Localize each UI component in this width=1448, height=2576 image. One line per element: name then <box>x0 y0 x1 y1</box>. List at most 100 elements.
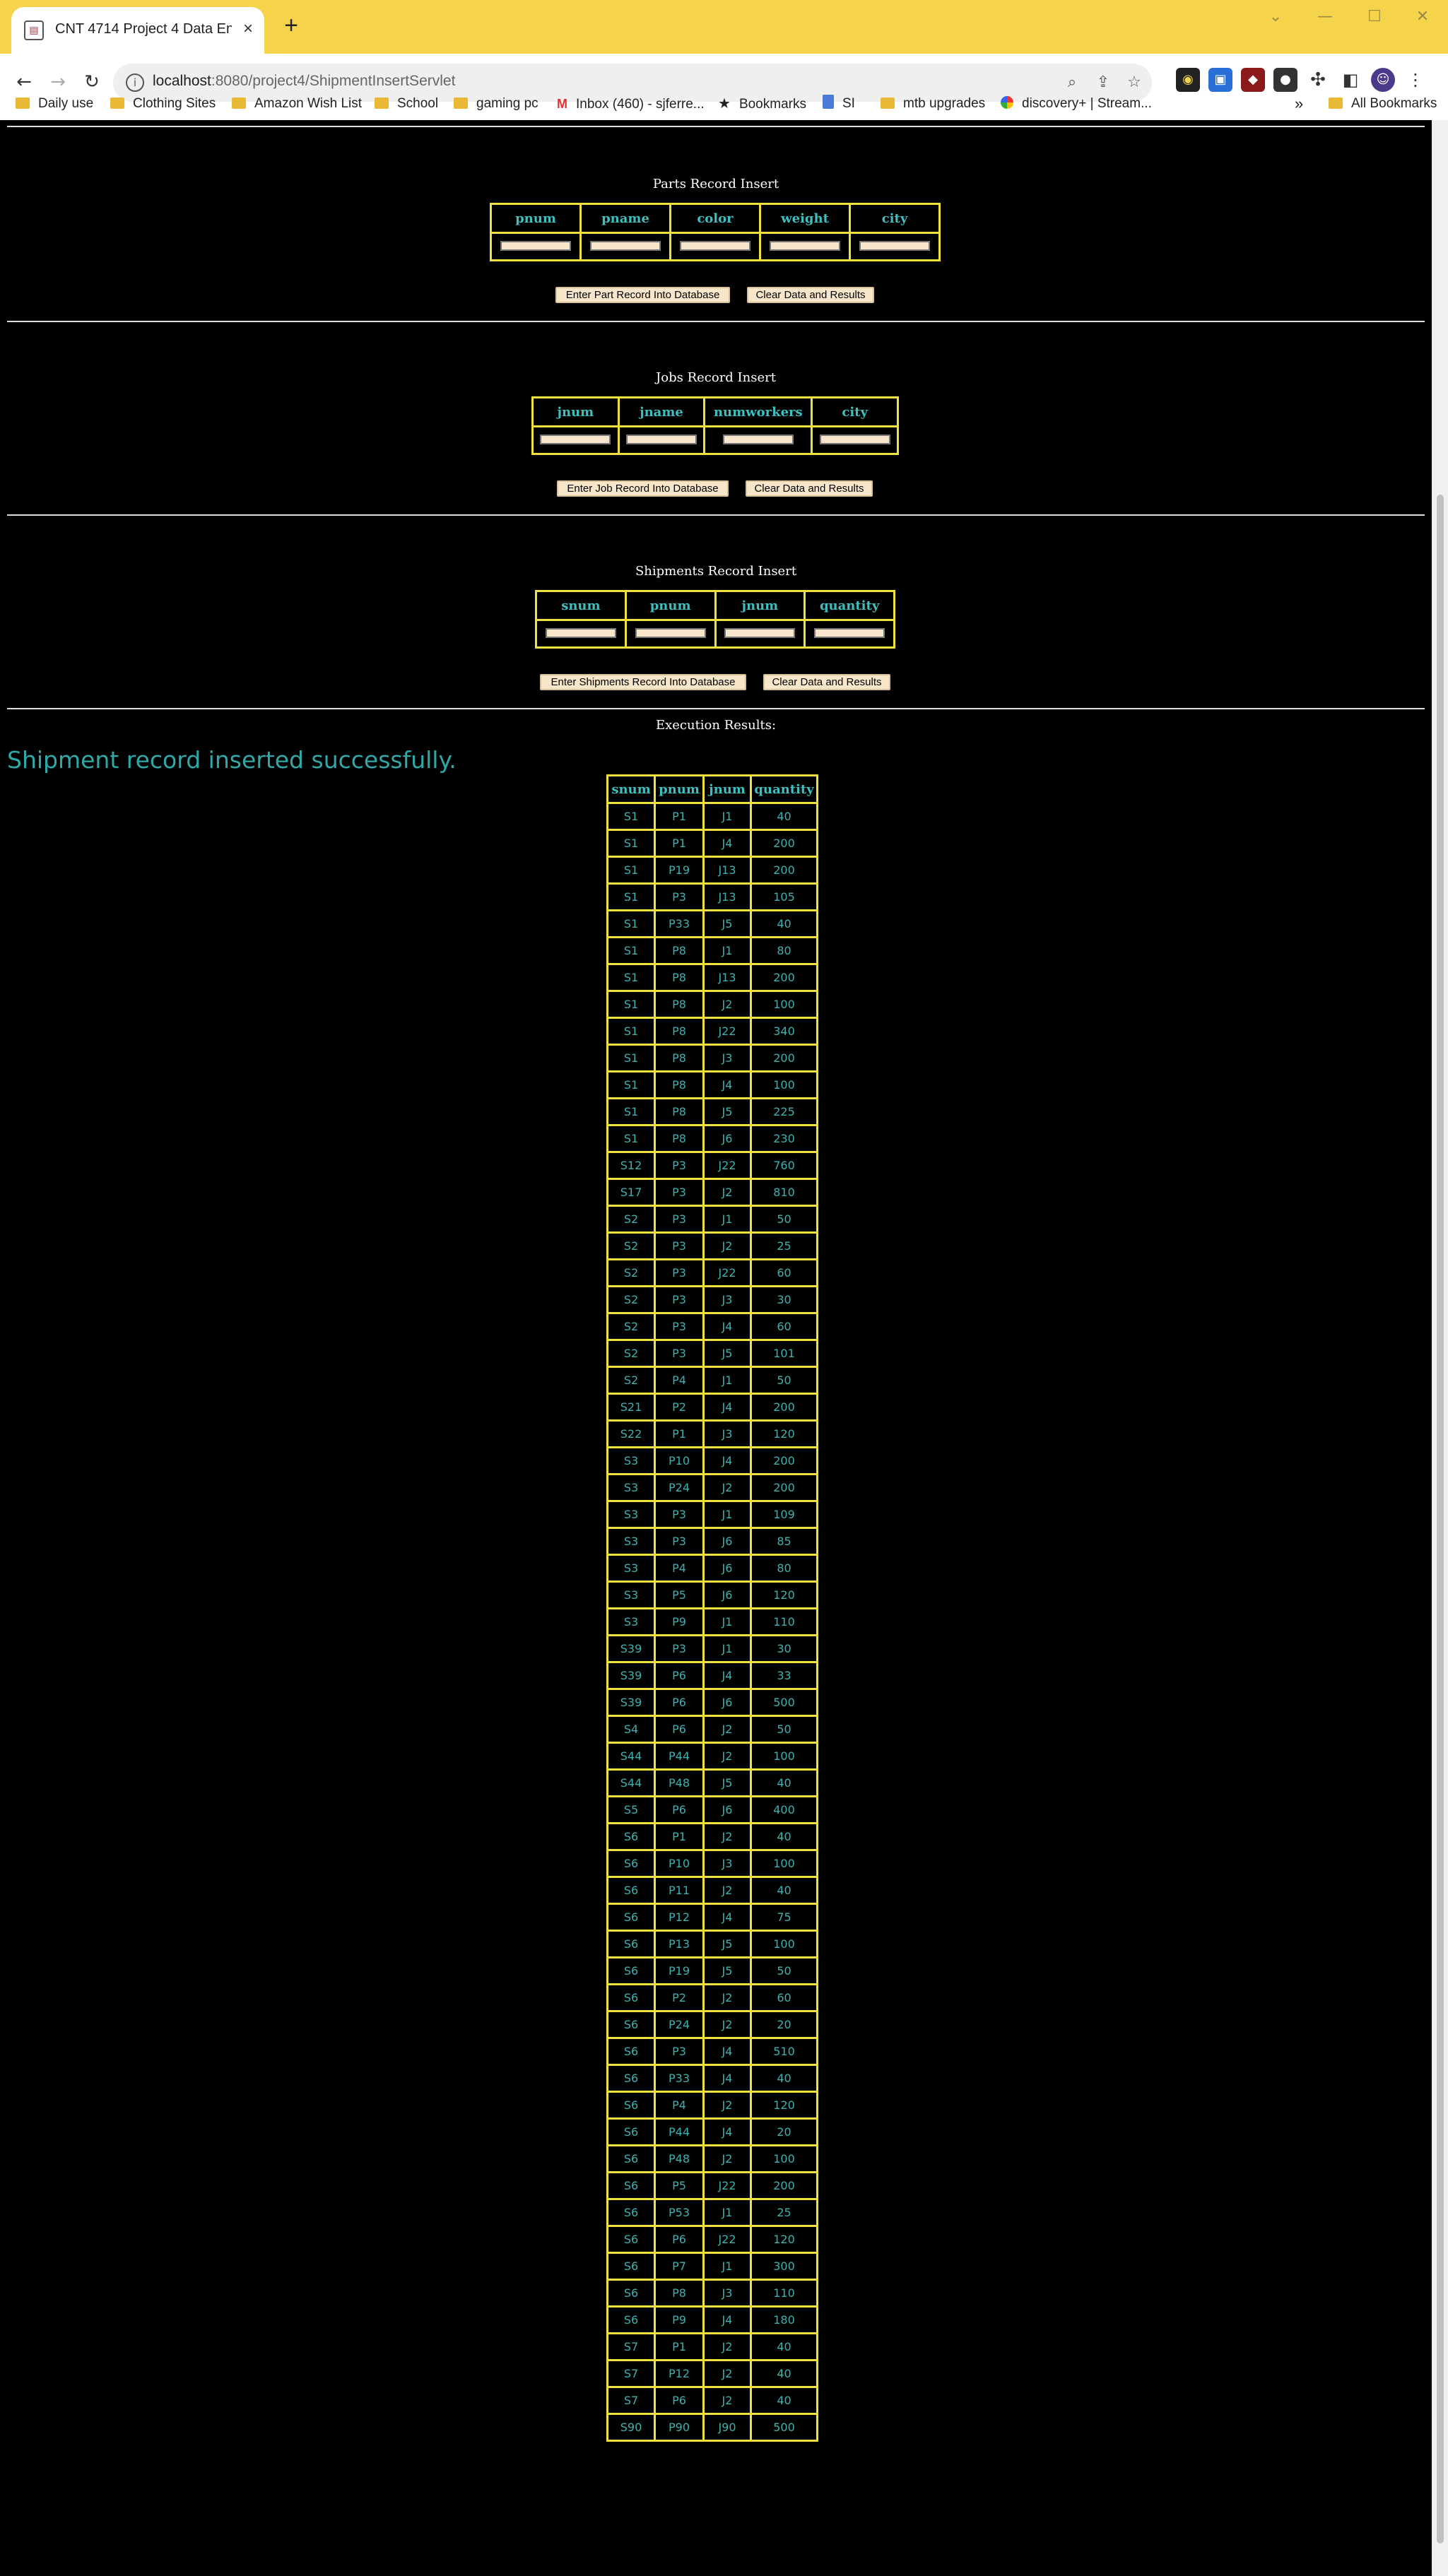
table-cell-quantity: 75 <box>750 1903 818 1932</box>
table-cell-pnum: P1 <box>654 829 705 858</box>
bookmark-star-icon[interactable]: ☆ <box>1122 71 1146 95</box>
side-panel-icon[interactable]: ◧ <box>1338 68 1362 92</box>
site-info-icon[interactable]: i <box>126 73 144 92</box>
extensions-puzzle-icon[interactable]: ✣ <box>1306 68 1330 92</box>
zoom-icon[interactable]: ⌕ <box>1060 71 1084 95</box>
jnum-input[interactable] <box>540 434 611 444</box>
pname-input[interactable] <box>590 240 661 251</box>
jobs-col-header: city <box>811 396 899 427</box>
bookmark-si[interactable]: SI <box>823 93 855 114</box>
enter-part-button[interactable]: Enter Part Record Into Database <box>555 287 730 303</box>
table-cell-pnum: P8 <box>654 963 705 992</box>
all-bookmarks[interactable]: All Bookmarks <box>1329 93 1437 114</box>
scrollbar-thumb[interactable] <box>1437 495 1444 2543</box>
city-input[interactable] <box>859 240 930 251</box>
shipment-jnum-input[interactable] <box>724 627 796 638</box>
table-cell-snum: S3 <box>606 1446 656 1475</box>
table-cell-pnum: P3 <box>654 1178 705 1207</box>
numworkers-input[interactable] <box>722 434 794 444</box>
bookmark-clothing-sites[interactable]: Clothing Sites <box>110 93 216 114</box>
table-cell-quantity: 180 <box>750 2305 818 2334</box>
table-cell-pnum: P6 <box>654 2225 705 2254</box>
table-cell-quantity: 60 <box>750 1983 818 2012</box>
page-scrollbar[interactable] <box>1432 120 1448 2576</box>
table-row: S3 P24 J2 200 <box>606 1473 818 1502</box>
table-cell-pnum: P1 <box>654 1822 705 1851</box>
table-cell-pnum: P8 <box>654 1017 705 1046</box>
url-path: :8080/project4/ShipmentInsertServlet <box>211 73 456 89</box>
enter-job-button[interactable]: Enter Job Record Into Database <box>557 480 729 497</box>
table-cell-pnum: P4 <box>654 1554 705 1583</box>
extension-2-icon[interactable]: ▣ <box>1208 68 1232 92</box>
bookmark-discovery[interactable]: discovery+ | Stream... <box>1001 93 1152 114</box>
table-cell-quantity: 400 <box>750 1795 818 1824</box>
table-cell-quantity: 40 <box>750 1768 818 1797</box>
bookmark-bookmarks[interactable]: ★ Bookmarks <box>718 93 806 114</box>
jobs-col-header: jnum <box>531 396 620 427</box>
restore-button[interactable]: ☐ <box>1357 4 1392 30</box>
clear-shipments-button[interactable]: Clear Data and Results <box>763 674 890 690</box>
table-cell-jnum: J5 <box>702 1339 752 1368</box>
table-cell-quantity: 100 <box>750 1849 818 1878</box>
table-cell-quantity: 50 <box>750 1715 818 1744</box>
bookmark-daily-use[interactable]: Daily use <box>16 93 93 114</box>
color-input[interactable] <box>680 240 751 251</box>
folder-icon <box>16 98 30 109</box>
divider <box>7 708 1425 709</box>
menu-kebab-icon[interactable]: ⋮ <box>1403 68 1428 92</box>
table-cell-jnum: J3 <box>702 1419 752 1448</box>
table-cell-pnum: P3 <box>654 1339 705 1368</box>
jname-input[interactable] <box>625 434 697 444</box>
shipment-pnum-input[interactable] <box>635 627 706 638</box>
table-cell-quantity: 60 <box>750 1312 818 1341</box>
tab-search-chevron-icon[interactable]: ⌄ <box>1258 4 1293 30</box>
table-cell-snum: S3 <box>606 1473 656 1502</box>
divider <box>7 514 1425 516</box>
quantity-input[interactable] <box>814 627 885 638</box>
minimize-button[interactable]: — <box>1307 4 1343 30</box>
bookmark-inbox[interactable]: M Inbox (460) - sjferre... <box>557 93 705 114</box>
tab-close-icon[interactable]: × <box>237 18 259 40</box>
snum-input[interactable] <box>545 627 616 638</box>
table-row: S3 P3 J6 85 <box>606 1527 818 1556</box>
pnum-input[interactable] <box>500 240 571 251</box>
url-text[interactable]: localhost:8080/project4/ShipmentInsertSe… <box>153 73 455 94</box>
table-cell-jnum: J4 <box>702 1312 752 1341</box>
bookmark-amazon-wish-list[interactable]: Amazon Wish List <box>232 93 362 114</box>
enter-shipment-button[interactable]: Enter Shipments Record Into Database <box>540 674 746 690</box>
table-cell-pnum: P3 <box>654 1151 705 1180</box>
ublock-icon[interactable]: ◆ <box>1241 68 1265 92</box>
table-row: S21 P2 J4 200 <box>606 1393 818 1422</box>
table-cell-pnum: P6 <box>654 1795 705 1824</box>
table-cell-pnum: P44 <box>654 2117 705 2146</box>
table-cell-pnum: P3 <box>654 1205 705 1234</box>
new-tab-button[interactable]: + <box>277 13 305 41</box>
share-icon[interactable]: ⇪ <box>1091 71 1115 95</box>
job-city-input[interactable] <box>819 434 890 444</box>
table-row: S39 P3 J1 30 <box>606 1634 818 1663</box>
extension-4-icon[interactable]: ● <box>1273 68 1297 92</box>
extension-1-icon[interactable]: ◉ <box>1176 68 1200 92</box>
bookmark-mtb-upgrades[interactable]: mtb upgrades <box>881 93 985 114</box>
table-cell-jnum: J1 <box>702 1607 752 1636</box>
clear-jobs-button[interactable]: Clear Data and Results <box>746 480 873 497</box>
table-cell-quantity: 810 <box>750 1178 818 1207</box>
table-cell-snum: S6 <box>606 2171 656 2200</box>
clear-parts-button[interactable]: Clear Data and Results <box>747 287 874 303</box>
bookmark-gaming-pc[interactable]: gaming pc <box>454 93 538 114</box>
close-window-button[interactable]: ✕ <box>1405 4 1440 30</box>
bookmarks-overflow-icon[interactable]: » <box>1295 93 1303 114</box>
table-cell-quantity: 25 <box>750 2198 818 2227</box>
table-cell-jnum: J5 <box>702 1768 752 1797</box>
table-row: S1 P8 J2 100 <box>606 990 818 1019</box>
table-cell-snum: S2 <box>606 1258 656 1287</box>
profile-avatar[interactable]: ☺ <box>1371 68 1395 92</box>
table-cell-snum: S1 <box>606 1044 656 1073</box>
table-cell-pnum: P19 <box>654 1956 705 1985</box>
browser-tab[interactable]: ▤ CNT 4714 Project 4 Data Entry H × <box>11 7 264 54</box>
table-cell-pnum: P24 <box>654 2010 705 2039</box>
weight-input[interactable] <box>770 240 840 251</box>
bookmark-school[interactable]: School <box>375 93 438 114</box>
table-cell-quantity: 105 <box>750 882 818 911</box>
table-cell-quantity: 300 <box>750 2252 818 2281</box>
